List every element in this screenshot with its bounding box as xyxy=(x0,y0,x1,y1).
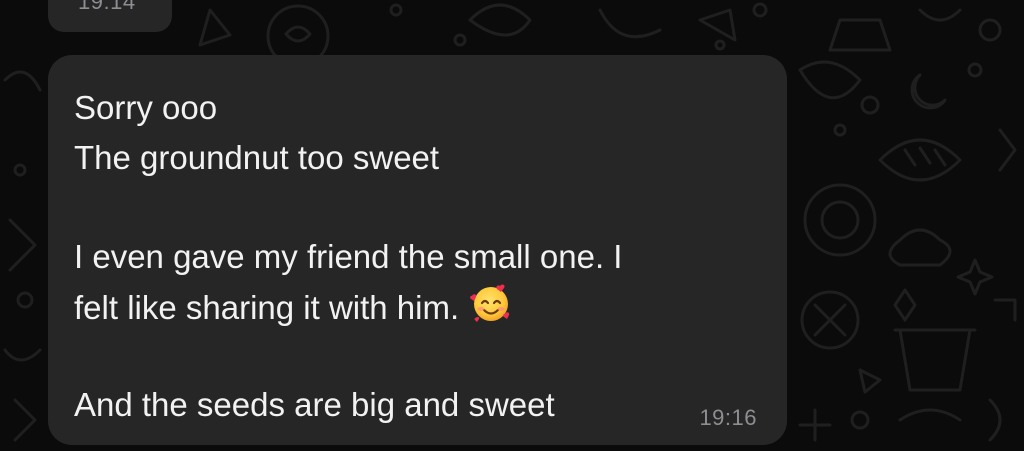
message-line-4: felt like sharing it with him. xyxy=(74,281,761,331)
message-line-3: I even gave my friend the small one. I xyxy=(74,237,623,275)
previous-message-timestamp: 19:14 xyxy=(78,0,136,14)
message-line-1: Sorry ooo xyxy=(74,89,218,126)
message-line-4-text: felt like sharing it with him. xyxy=(74,289,460,326)
previous-message-bubble[interactable]: 19:14 xyxy=(48,0,172,32)
smiling-face-with-hearts-icon xyxy=(470,284,510,322)
message-bubble[interactable]: Sorry ooo The groundnut too sweet I even… xyxy=(48,55,787,445)
message-timestamp: 19:16 xyxy=(699,405,757,430)
message-line-2: The groundnut too sweet xyxy=(74,138,440,176)
message-line-5: And the seeds are big and sweet xyxy=(74,386,555,423)
